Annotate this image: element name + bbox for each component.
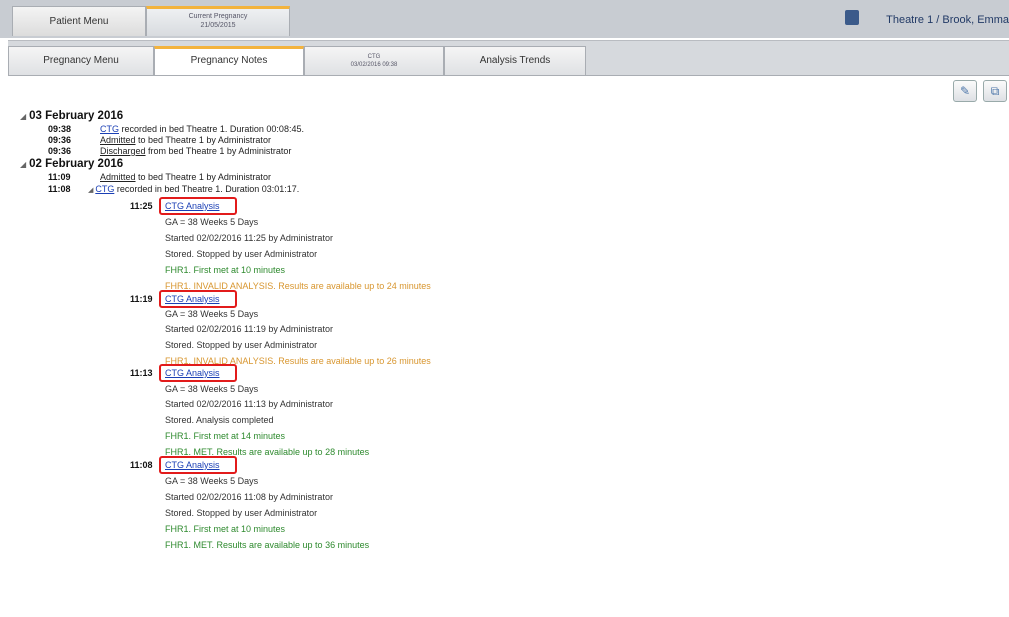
event-time: 11:09 [48, 172, 71, 182]
event-text: from bed Theatre 1 by Administrator [145, 146, 292, 156]
tab-current-pregnancy-date: 21/05/2015 [200, 22, 236, 29]
highlight-box [159, 197, 237, 215]
tab-current-pregnancy[interactable]: Current Pregnancy 21/05/2015 [146, 6, 290, 36]
bed-icon[interactable] [845, 10, 859, 25]
analysis-line: Started 02/02/2016 11:08 by Administrato… [165, 492, 333, 502]
tab-pregnancy-notes[interactable]: Pregnancy Notes [154, 46, 304, 75]
event-row: Admitted to bed Theatre 1 by Administrat… [100, 135, 271, 145]
event-link[interactable]: Admitted [100, 172, 136, 182]
analysis-line: GA = 38 Weeks 5 Days [165, 384, 259, 394]
analysis-time: 11:19 [130, 294, 153, 304]
tab-ctg-date: 03/02/2016 09:38 [350, 62, 398, 68]
analysis-line: GA = 38 Weeks 5 Days [165, 309, 259, 319]
analysis-time: 11:13 [130, 368, 153, 378]
date-label: 02 February 2016 [29, 158, 124, 170]
analysis-line: FHR1. First met at 10 minutes [165, 265, 286, 275]
date-header[interactable]: ◢ 02 February 2016 [20, 158, 123, 170]
edit-note-button[interactable]: ✎ [953, 80, 977, 102]
event-link[interactable]: CTG [95, 184, 114, 194]
event-text: to bed Theatre 1 by Administrator [135, 135, 271, 145]
analysis-line: FHR1. MET. Results are available up to 3… [165, 540, 370, 550]
event-link[interactable]: Admitted [100, 135, 136, 145]
highlight-box [159, 364, 237, 382]
event-row: Discharged from bed Theatre 1 by Adminis… [100, 146, 291, 156]
collapse-icon[interactable]: ◢ [20, 112, 26, 121]
analysis-line: Started 02/02/2016 11:25 by Administrato… [165, 233, 333, 243]
analysis-time: 11:25 [130, 201, 153, 211]
event-time: 09:38 [48, 124, 72, 134]
tab-current-pregnancy-label: Current Pregnancy [188, 13, 248, 20]
tab-patient-menu[interactable]: Patient Menu [12, 6, 146, 36]
analysis-line: FHR1. First met at 14 minutes [165, 431, 286, 441]
tab-analysis-trends[interactable]: Analysis Trends [444, 46, 586, 75]
analysis-line: Stored. Stopped by user Administrator [165, 508, 318, 518]
analysis-line: Started 02/02/2016 11:19 by Administrato… [165, 324, 333, 334]
event-row: Admitted to bed Theatre 1 by Administrat… [100, 172, 271, 182]
highlight-box [159, 290, 237, 308]
analysis-line: Stored. Analysis completed [165, 415, 274, 425]
tab-ctg[interactable]: CTG 03/02/2016 09:38 [304, 46, 444, 75]
analysis-time: 11:08 [130, 460, 153, 470]
collapse-icon[interactable]: ◢ [20, 160, 26, 169]
analysis-line: Stored. Stopped by user Administrator [165, 340, 318, 350]
tab-pregnancy-menu[interactable]: Pregnancy Menu [8, 46, 154, 75]
event-time: 11:08 [48, 184, 71, 194]
highlight-box [159, 456, 237, 474]
event-text: recorded in bed Theatre 1. Duration 03:0… [114, 184, 300, 194]
event-time: 09:36 [48, 135, 72, 145]
event-text: recorded in bed Theatre 1. Duration 00:0… [119, 124, 304, 134]
analysis-line: FHR1. First met at 10 minutes [165, 524, 286, 534]
date-label: 03 February 2016 [29, 110, 124, 122]
event-time: 09:36 [48, 146, 72, 156]
top-bar: Patient Menu Current Pregnancy 21/05/201… [0, 0, 1009, 38]
event-link[interactable]: Discharged [100, 146, 146, 156]
event-row: ◢ CTG recorded in bed Theatre 1. Duratio… [88, 184, 299, 194]
event-link[interactable]: CTG [100, 124, 119, 134]
event-text: to bed Theatre 1 by Administrator [135, 172, 271, 182]
analysis-line: Stored. Stopped by user Administrator [165, 249, 318, 259]
analysis-line: GA = 38 Weeks 5 Days [165, 217, 259, 227]
date-header[interactable]: ◢ 03 February 2016 [20, 110, 123, 122]
analysis-line: GA = 38 Weeks 5 Days [165, 476, 259, 486]
analysis-line: Started 02/02/2016 11:13 by Administrato… [165, 399, 333, 409]
patient-label: Theatre 1 / Brook, Emma [886, 14, 1009, 26]
print-button[interactable]: ⧉ [983, 80, 1007, 102]
tab-ctg-label: CTG [367, 54, 381, 60]
sub-tab-bar: Pregnancy Menu Pregnancy Notes CTG 03/02… [8, 40, 1009, 76]
event-row: CTG recorded in bed Theatre 1. Duration … [100, 124, 304, 134]
